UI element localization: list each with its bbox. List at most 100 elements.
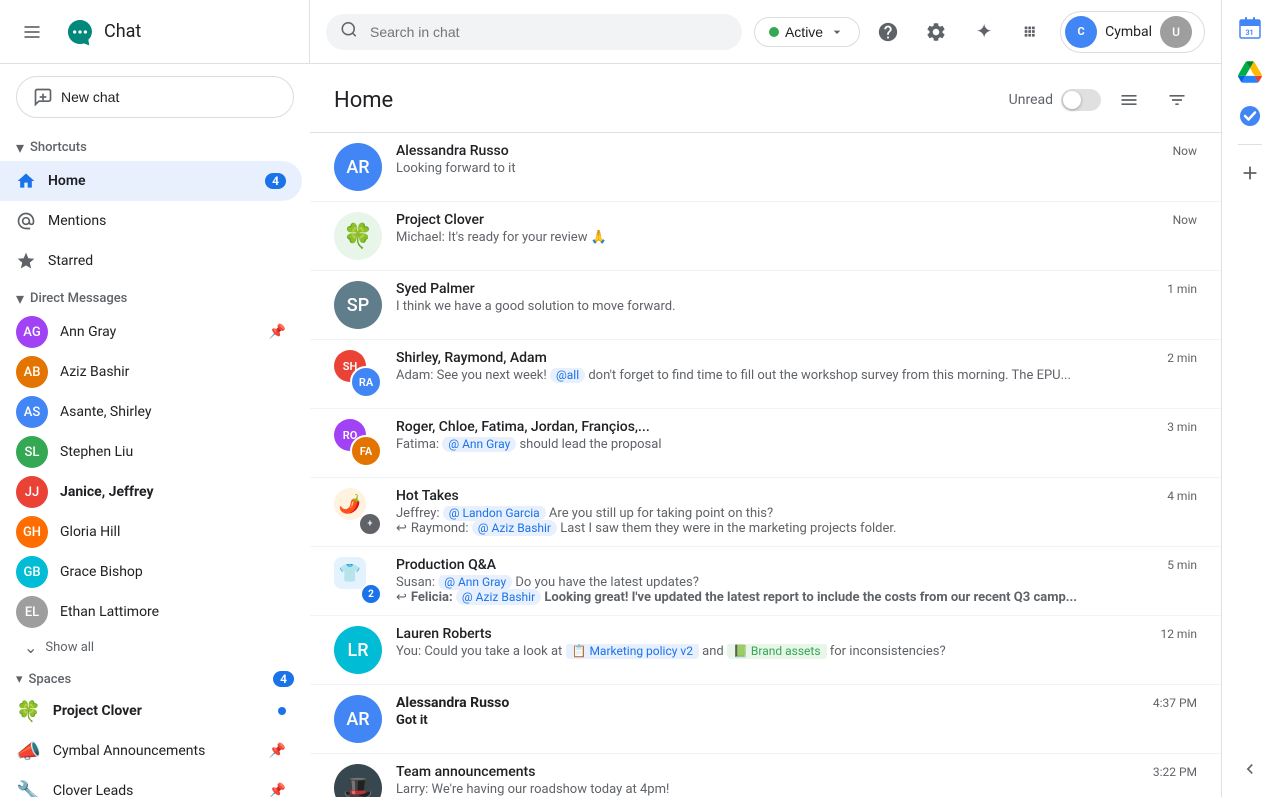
unread-toggle-pill[interactable]	[1061, 89, 1101, 111]
chat-time: 3 min	[1167, 420, 1197, 434]
prod-qa-icon: 👕	[334, 557, 366, 589]
chat-preview: Fatima: @ Ann Gray should lead the propo…	[396, 437, 1096, 452]
topbar-right: Active ✦ C Cymbal U	[754, 11, 1205, 53]
chat-body: Hot Takes 4 min Jeffrey: @ Landon Garcia…	[396, 488, 1197, 536]
help-button[interactable]	[868, 12, 908, 52]
chat-time: Now	[1173, 213, 1197, 227]
chat-item-project-clover[interactable]: 🍀 Project Clover Now Michael: It's ready…	[310, 202, 1221, 271]
chat-item-syed-palmer[interactable]: SP Syed Palmer 1 min I think we have a g…	[310, 271, 1221, 340]
chat-name: Lauren Roberts	[396, 626, 492, 642]
group-avatar-wrap-2: RO FA	[334, 419, 382, 467]
space-icon-cymbal: 📣	[16, 739, 41, 763]
dm-janice-jeffrey[interactable]: JJ Janice, Jeffrey	[0, 472, 302, 512]
tasks-icon-button[interactable]	[1230, 96, 1270, 136]
status-button[interactable]: Active	[754, 17, 860, 47]
mention-aziz-2: @ Aziz Bashir	[456, 589, 541, 605]
dm-section-header[interactable]: ▾ Direct Messages	[0, 281, 310, 312]
right-bar-divider	[1238, 144, 1262, 145]
chat-list: AR Alessandra Russo Now Looking forward …	[310, 133, 1221, 797]
pin-icon-ann: 📌	[269, 324, 286, 340]
status-dot	[769, 27, 779, 37]
chat-preview-2: Raymond: @ Aziz Bashir Last I saw them t…	[411, 521, 897, 536]
hamburger-menu-button[interactable]	[8, 8, 56, 56]
chat-item-lauren-roberts[interactable]: LR Lauren Roberts 12 min You: Could you …	[310, 616, 1221, 685]
dm-aziz-bashir[interactable]: AB Aziz Bashir	[0, 352, 302, 392]
chat-name: Production Q&A	[396, 557, 496, 573]
drive-icon-button[interactable]	[1230, 52, 1270, 92]
reply-arrow-2: ↩	[396, 590, 407, 605]
chat-item-team-announcements[interactable]: 🎩 Team announcements 3:22 PM Larry: We'r…	[310, 754, 1221, 797]
dm-ethan-lattimore[interactable]: EL Ethan Lattimore	[0, 592, 302, 632]
doc-chip-2: 📗 Brand assets	[727, 644, 827, 659]
dm-show-all[interactable]: ⌄ Show all	[0, 632, 310, 663]
chat-avatar-team: 🎩	[334, 764, 382, 797]
spaces-section-header[interactable]: ▾ Spaces 4	[0, 663, 310, 691]
shortcuts-label: Shortcuts	[30, 140, 87, 155]
list-view-button[interactable]	[1109, 80, 1149, 120]
dm-avatar-ann: AG	[16, 316, 48, 348]
chat-preview: Michael: It's ready for your review 🙏	[396, 230, 1096, 245]
mention-all: @all	[550, 368, 585, 383]
new-chat-label: New chat	[61, 89, 119, 105]
sparkle-button[interactable]: ✦	[964, 12, 1004, 52]
space-clover-leads[interactable]: 🔧 Clover Leads 📌	[0, 771, 302, 797]
right-bar-expand	[1230, 749, 1270, 789]
user-chip[interactable]: C Cymbal U	[1060, 11, 1205, 53]
dm-label: Direct Messages	[30, 291, 127, 306]
group-avatar-2: RA	[350, 366, 382, 398]
chat-item-alessandra-2[interactable]: AR Alessandra Russo 4:37 PM Got it	[310, 685, 1221, 754]
home-badge: 4	[265, 173, 286, 189]
space-icon-clover: 🍀	[16, 699, 41, 723]
dm-avatar-stephen: SL	[16, 436, 48, 468]
dm-stephen-liu[interactable]: SL Stephen Liu	[0, 432, 302, 472]
unread-toggle[interactable]: Unread	[1009, 89, 1101, 111]
chat-item-roger-group[interactable]: RO FA Roger, Chloe, Fatima, Jordan, Fran…	[310, 409, 1221, 478]
topbar: Active ✦ C Cymbal U	[310, 0, 1221, 64]
app-title: Chat	[104, 21, 141, 42]
chat-avatar-syed: SP	[334, 281, 382, 329]
prod-qa-avatar-wrap: 👕 2	[334, 557, 382, 605]
dm-ann-gray[interactable]: AG Ann Gray 📌	[0, 312, 302, 352]
search-input[interactable]	[326, 14, 742, 50]
sidebar-item-starred[interactable]: Starred	[0, 241, 302, 281]
chat-time: 12 min	[1160, 627, 1197, 641]
chat-time: 5 min	[1167, 558, 1197, 572]
dm-asante-shirley[interactable]: AS Asante, Shirley	[0, 392, 302, 432]
reply-row-2: ↩ Felicia: @ Aziz Bashir Looking great! …	[396, 590, 1197, 605]
sidebar-item-mentions[interactable]: Mentions	[0, 201, 302, 241]
chat-name-row: Alessandra Russo Now	[396, 143, 1197, 159]
unread-dot-clover	[278, 707, 286, 715]
chat-item-hot-takes[interactable]: 🌶️ + Hot Takes 4 min Jeffrey: @ Landon G…	[310, 478, 1221, 547]
chat-preview-1: Jeffrey: @ Landon Garcia Are you still u…	[396, 506, 1096, 521]
space-icon-leads: 🔧	[16, 779, 41, 797]
apps-button[interactable]	[1012, 12, 1052, 52]
expand-icon-button[interactable]	[1230, 749, 1270, 789]
spaces-label[interactable]: ▾ Spaces	[16, 672, 269, 687]
header-controls: Unread	[1009, 80, 1197, 120]
add-icon-button[interactable]	[1230, 153, 1270, 193]
content-area: Home Unread AR	[310, 64, 1221, 797]
chat-item-alessandra-1[interactable]: AR Alessandra Russo Now Looking forward …	[310, 133, 1221, 202]
group-avatar-wrap: SH RA	[334, 350, 382, 398]
chat-body: Shirley, Raymond, Adam 2 min Adam: See y…	[396, 350, 1197, 383]
dm-avatar-asante: AS	[16, 396, 48, 428]
settings-button[interactable]	[916, 12, 956, 52]
dm-grace-bishop[interactable]: GB Grace Bishop	[0, 552, 302, 592]
dm-avatar-gloria: GH	[16, 516, 48, 548]
space-project-clover[interactable]: 🍀 Project Clover	[0, 691, 302, 731]
new-chat-button[interactable]: New chat	[16, 76, 294, 118]
chat-item-production-qa[interactable]: 👕 2 Production Q&A 5 min Susan: @ Ann Gr…	[310, 547, 1221, 616]
space-cymbal-announcements[interactable]: 📣 Cymbal Announcements 📌	[0, 731, 302, 771]
calendar-icon-button[interactable]: 31	[1230, 8, 1270, 48]
chat-name-row: Shirley, Raymond, Adam 2 min	[396, 350, 1197, 366]
chat-name-row: Hot Takes 4 min	[396, 488, 1197, 504]
sidebar-item-home[interactable]: Home 4	[0, 161, 302, 201]
filter-button[interactable]	[1157, 80, 1197, 120]
chat-item-shirley-raymond-adam[interactable]: SH RA Shirley, Raymond, Adam 2 min Adam:…	[310, 340, 1221, 409]
shortcuts-section[interactable]: ▾ Shortcuts	[0, 130, 310, 161]
chat-name: Alessandra Russo	[396, 143, 509, 159]
chat-name-row: Roger, Chloe, Fatima, Jordan, Françios,.…	[396, 419, 1197, 435]
dm-gloria-hill[interactable]: GH Gloria Hill	[0, 512, 302, 552]
chat-name-row: Syed Palmer 1 min	[396, 281, 1197, 297]
toggle-thumb	[1063, 91, 1081, 109]
